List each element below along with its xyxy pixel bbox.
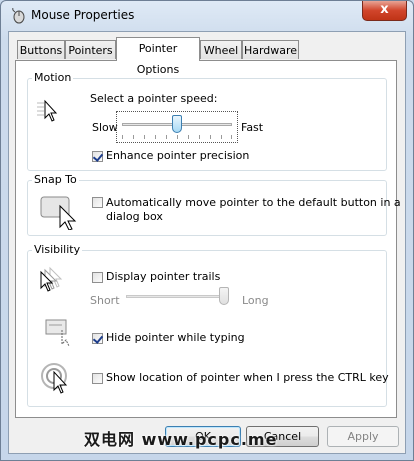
dialog-client-area: Buttons Pointers Pointer Options Wheel H… bbox=[8, 31, 406, 454]
enhance-precision-label[interactable]: Enhance pointer precision bbox=[106, 149, 249, 162]
trail-length-slider[interactable] bbox=[126, 286, 229, 312]
hide-pointer-checkbox[interactable] bbox=[92, 333, 103, 344]
tab-pointers[interactable]: Pointers bbox=[65, 40, 116, 59]
show-location-label[interactable]: Show location of pointer when I press th… bbox=[106, 371, 389, 384]
tab-buttons[interactable]: Buttons bbox=[17, 40, 65, 59]
speed-tick bbox=[231, 135, 232, 139]
slow-label: Slow bbox=[92, 121, 118, 134]
long-label: Long bbox=[242, 294, 269, 307]
speed-slider-thumb[interactable] bbox=[172, 115, 182, 133]
pointer-trails-icon bbox=[40, 266, 63, 292]
fast-label: Fast bbox=[241, 121, 264, 134]
speed-tick bbox=[144, 135, 145, 139]
show-location-checkbox[interactable] bbox=[92, 373, 103, 384]
apply-button[interactable]: Apply bbox=[327, 426, 399, 447]
visibility-group-title: Visibility bbox=[32, 243, 83, 256]
speed-tick bbox=[122, 135, 123, 139]
speed-tick bbox=[166, 135, 167, 139]
mouse-icon bbox=[12, 8, 25, 24]
speed-tick bbox=[155, 135, 156, 139]
tab-pointer-options[interactable]: Pointer Options bbox=[116, 37, 200, 76]
snap-to-label-line2[interactable]: dialog box bbox=[106, 210, 163, 223]
close-icon: x bbox=[380, 2, 389, 17]
tab-wheel[interactable]: Wheel bbox=[200, 40, 242, 59]
close-button[interactable]: x bbox=[362, 1, 407, 21]
show-location-icon bbox=[41, 363, 68, 394]
title-bar[interactable]: Mouse Properties x bbox=[1, 1, 413, 31]
snap-to-group-title: Snap To bbox=[32, 173, 79, 186]
pointer-options-panel: Motion Select a pointer speed: Slow Fast… bbox=[15, 60, 401, 418]
trail-slider-track bbox=[126, 295, 229, 298]
speed-tick bbox=[188, 135, 189, 139]
trail-slider-thumb[interactable] bbox=[219, 287, 229, 305]
pointer-trails-label[interactable]: Display pointer trails bbox=[106, 270, 220, 283]
speed-tick bbox=[133, 135, 134, 139]
pointer-speed-icon bbox=[37, 99, 58, 122]
hide-pointer-icon bbox=[45, 319, 70, 347]
enhance-precision-checkbox[interactable] bbox=[92, 151, 103, 162]
window-title: Mouse Properties bbox=[31, 8, 135, 22]
speed-tick bbox=[199, 135, 200, 139]
watermark: 双电网 www.pcpc.me bbox=[84, 430, 278, 449]
short-label: Short bbox=[90, 294, 120, 307]
pointer-trails-checkbox[interactable] bbox=[92, 272, 103, 283]
snap-to-checkbox[interactable] bbox=[92, 197, 103, 208]
hide-pointer-label[interactable]: Hide pointer while typing bbox=[106, 331, 245, 344]
snap-to-label-line1[interactable]: Automatically move pointer to the defaul… bbox=[106, 196, 401, 209]
motion-group-title: Motion bbox=[32, 71, 74, 84]
tab-hardware[interactable]: Hardware bbox=[242, 40, 299, 59]
speed-tick bbox=[177, 135, 178, 139]
mouse-properties-window: Mouse Properties x Buttons Pointers Poin… bbox=[0, 0, 414, 461]
pointer-speed-slider[interactable] bbox=[122, 113, 232, 141]
pointer-speed-label: Select a pointer speed: bbox=[90, 92, 218, 105]
speed-tick bbox=[210, 135, 211, 139]
speed-tick bbox=[221, 135, 222, 139]
snap-to-icon bbox=[40, 196, 77, 230]
